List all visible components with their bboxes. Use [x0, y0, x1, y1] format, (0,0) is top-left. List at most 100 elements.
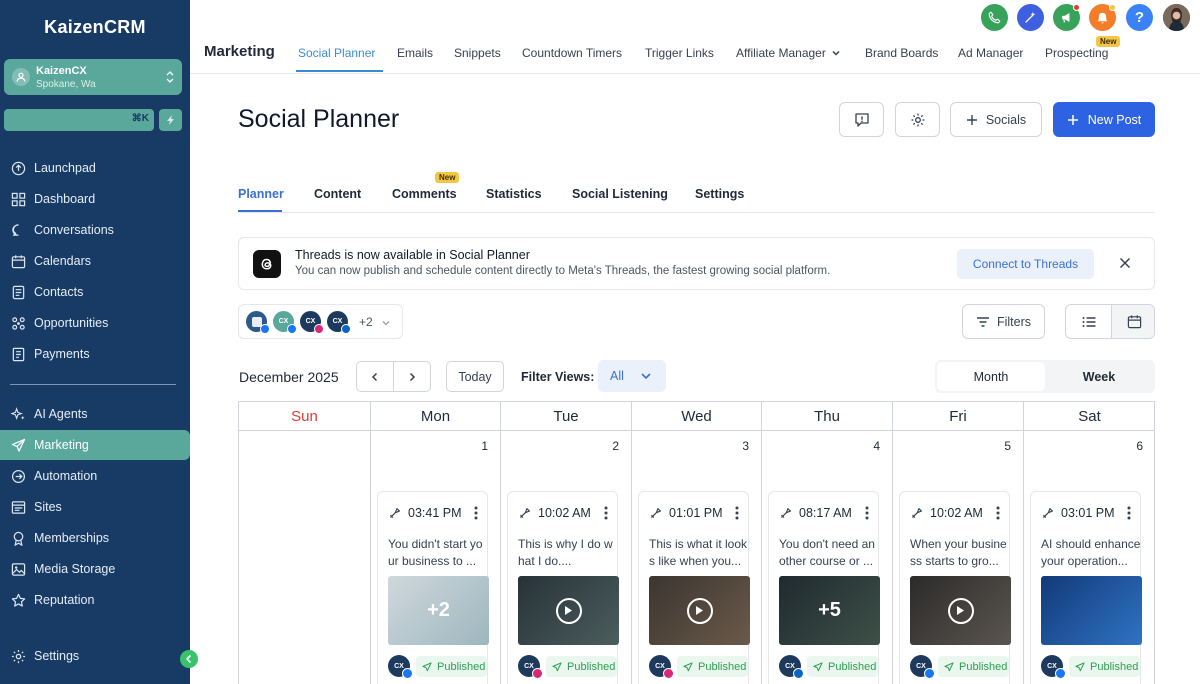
new-post-button[interactable]: New Post	[1053, 102, 1155, 137]
post-media-thumbnail[interactable]: +5	[779, 576, 880, 645]
sidebar-item-media-storage[interactable]: Media Storage	[0, 554, 190, 584]
day-header-sat: Sat	[1024, 402, 1155, 431]
gear-icon	[911, 113, 924, 126]
subtab-social-listening[interactable]: Social Listening	[572, 187, 668, 201]
post-card[interactable]: 03:01 PM AI should enhance your operation…	[1030, 491, 1142, 684]
sidebar-item-marketing[interactable]: Marketing	[0, 430, 190, 460]
ai-assistant-button[interactable]	[1017, 4, 1044, 31]
sidebar-item-ai-agents[interactable]: AI Agents	[0, 399, 190, 429]
settings-button[interactable]	[895, 102, 940, 137]
post-media-thumbnail[interactable]: +2	[388, 576, 489, 645]
threads-logo-icon	[253, 250, 281, 278]
subtab-divider	[238, 212, 1155, 213]
more-options-icon[interactable]	[865, 506, 869, 520]
post-media-thumbnail[interactable]	[910, 576, 1011, 645]
account-switcher[interactable]: KaizenCX Spokane, Wa	[4, 59, 182, 95]
tab-countdown-timers[interactable]: Countdown Timers	[522, 46, 622, 60]
post-media-thumbnail[interactable]	[649, 576, 750, 645]
sidebar-item-label: Memberships	[34, 531, 110, 545]
more-options-icon[interactable]	[735, 506, 739, 520]
next-month-button[interactable]	[393, 361, 431, 392]
new-post-label: New Post	[1087, 112, 1142, 127]
subtab-comments[interactable]: Comments	[392, 187, 457, 201]
list-icon	[1082, 316, 1095, 327]
sidebar-search-input[interactable]: ⌘K	[4, 109, 154, 131]
social-accounts-filter[interactable]: CX CX CX +2	[238, 304, 403, 339]
sidebar-item-settings[interactable]: Settings	[0, 641, 190, 671]
day-cell[interactable]	[239, 431, 371, 684]
tab-social-planner[interactable]: Social Planner	[298, 46, 375, 60]
sidebar-item-payments[interactable]: Payments	[0, 339, 190, 369]
socials-button[interactable]: Socials	[950, 102, 1042, 137]
collapse-sidebar-button[interactable]	[180, 650, 198, 668]
filters-button[interactable]: Filters	[962, 304, 1045, 339]
avatar-text: CX	[394, 662, 404, 670]
sidebar-item-sites[interactable]: Sites	[0, 492, 190, 522]
magic-wand-icon	[1025, 11, 1036, 23]
facebook-icon	[287, 324, 297, 334]
tab-ad-manager[interactable]: Ad Manager	[958, 46, 1023, 60]
play-icon[interactable]	[686, 597, 713, 624]
feedback-button[interactable]	[839, 102, 884, 137]
tab-affiliate-manager[interactable]: Affiliate Manager	[736, 46, 841, 60]
subtab-settings[interactable]: Settings	[695, 187, 744, 201]
tab-prospecting[interactable]: Prospecting	[1045, 46, 1108, 60]
sidebar: KaizenCRM KaizenCX Spokane, Wa ⌘K Launch…	[0, 0, 190, 684]
month-option[interactable]: Month	[937, 362, 1045, 391]
tab-emails[interactable]: Emails	[397, 46, 433, 60]
previous-month-button[interactable]	[356, 361, 394, 392]
sidebar-item-calendars[interactable]: Calendars	[0, 246, 190, 276]
sidebar-item-opportunities[interactable]: Opportunities	[0, 308, 190, 338]
sidebar-item-dashboard[interactable]: Dashboard	[0, 184, 190, 214]
user-avatar[interactable]	[1163, 4, 1190, 31]
post-card[interactable]: 08:17 AM You don't need another course or…	[768, 491, 880, 684]
subtab-content[interactable]: Content	[314, 187, 361, 201]
close-banner-button[interactable]	[1117, 255, 1133, 271]
play-icon[interactable]	[947, 597, 974, 624]
scheduled-post-icon	[388, 507, 401, 520]
play-icon[interactable]	[555, 597, 582, 624]
list-view-button[interactable]	[1066, 305, 1111, 338]
calendar-view-button[interactable]	[1111, 305, 1154, 338]
day-header-mon: Mon	[371, 402, 501, 431]
tab-snippets[interactable]: Snippets	[454, 46, 501, 60]
sidebar-item-launchpad[interactable]: Launchpad	[0, 153, 190, 183]
more-options-icon[interactable]	[1127, 506, 1131, 520]
filter-views-select[interactable]: All	[598, 360, 666, 392]
sidebar-divider	[10, 384, 176, 385]
scheduled-post-icon	[779, 507, 792, 520]
post-card[interactable]: 10:02 AM This is why I do what I do.... CX…	[507, 491, 619, 684]
more-options-icon[interactable]	[474, 506, 478, 520]
sidebar-item-automation[interactable]: Automation	[0, 461, 190, 491]
week-option[interactable]: Week	[1045, 362, 1153, 391]
post-media-thumbnail[interactable]	[1041, 576, 1142, 645]
sidebar-item-contacts[interactable]: Contacts	[0, 277, 190, 307]
more-options-icon[interactable]	[996, 506, 1000, 520]
post-card[interactable]: 03:41 PM You didn't start your business t…	[377, 491, 489, 684]
phone-button[interactable]	[981, 4, 1008, 31]
post-media-thumbnail[interactable]	[518, 576, 619, 645]
sidebar-item-label: Automation	[34, 469, 98, 483]
more-options-icon[interactable]	[604, 506, 608, 520]
subtab-statistics[interactable]: Statistics	[486, 187, 542, 201]
connect-threads-button[interactable]: Connect to Threads	[957, 249, 1094, 279]
post-card[interactable]: 01:01 PM This is what it looks like when …	[638, 491, 750, 684]
avatar-text: CX	[1047, 662, 1057, 670]
day-header-tue: Tue	[501, 402, 632, 431]
post-card[interactable]: 10:02 AM When your business starts to gro…	[899, 491, 1011, 684]
day-number: 3	[742, 439, 749, 453]
quick-action-button[interactable]	[159, 109, 182, 131]
subtab-planner[interactable]: Planner	[238, 187, 284, 201]
today-button[interactable]: Today	[446, 361, 504, 392]
threads-announcement-banner: Threads is now available in Social Plann…	[238, 237, 1155, 290]
avatar-text: CX	[655, 662, 665, 670]
sites-icon	[10, 499, 26, 515]
sidebar-item-reputation[interactable]: Reputation	[0, 585, 190, 615]
sidebar-item-memberships[interactable]: Memberships	[0, 523, 190, 553]
help-button[interactable]: ?	[1126, 4, 1153, 31]
tab-brand-boards[interactable]: Brand Boards	[865, 46, 938, 60]
account-avatar: CX	[649, 655, 674, 679]
tab-trigger-links[interactable]: Trigger Links	[645, 46, 714, 60]
sidebar-item-conversations[interactable]: Conversations	[0, 215, 190, 245]
avatar-text: CX	[524, 662, 534, 670]
